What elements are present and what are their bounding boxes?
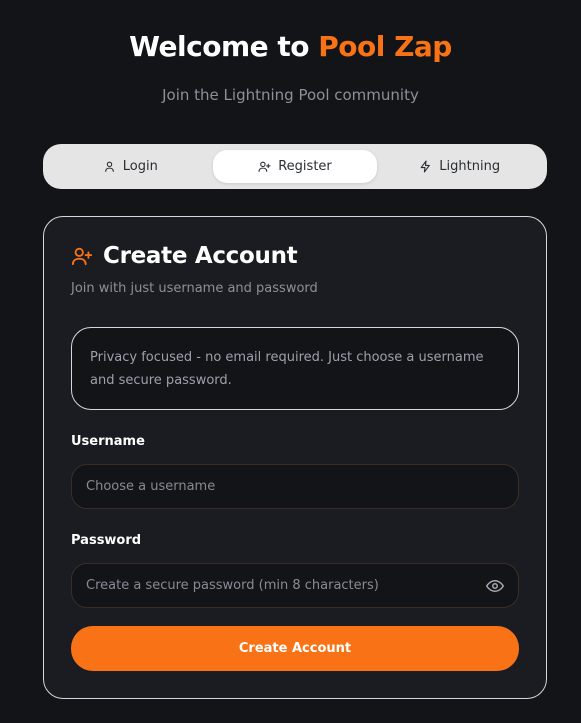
username-label: Username <box>71 434 145 449</box>
username-field-wrapper <box>71 464 519 509</box>
page-subtitle: Join the Lightning Pool community <box>162 86 419 104</box>
brand-name: Pool Zap <box>318 30 452 63</box>
tab-register-label: Register <box>278 159 332 174</box>
privacy-notice: Privacy focused - no email required. Jus… <box>71 327 519 410</box>
create-account-button[interactable]: Create Account <box>71 626 519 671</box>
password-input[interactable] <box>86 578 486 593</box>
page-title: Welcome to Pool Zap <box>0 30 581 63</box>
title-prefix: Welcome to <box>129 30 309 63</box>
card-title: Create Account <box>103 243 298 269</box>
tab-register[interactable]: Register <box>212 150 378 183</box>
card-header: Create Account <box>71 243 298 269</box>
eye-icon[interactable] <box>486 577 504 595</box>
user-plus-icon <box>258 161 271 172</box>
password-label: Password <box>71 533 142 548</box>
card-subtitle: Join with just username and password <box>71 281 318 296</box>
tab-login-label: Login <box>122 159 158 174</box>
password-field-wrapper <box>71 563 519 608</box>
auth-tabs: Login Register Lightning <box>43 144 547 189</box>
user-icon <box>104 161 114 172</box>
tab-lightning[interactable]: Lightning <box>377 150 542 183</box>
lightning-icon <box>420 160 431 173</box>
register-card: Create Account Join with just username a… <box>43 216 547 699</box>
tab-login[interactable]: Login <box>48 150 213 183</box>
username-input[interactable] <box>86 479 504 494</box>
tab-lightning-label: Lightning <box>439 159 501 174</box>
register-page: Welcome to Pool Zap Join the Lightning P… <box>0 0 581 723</box>
user-plus-icon <box>71 247 93 266</box>
